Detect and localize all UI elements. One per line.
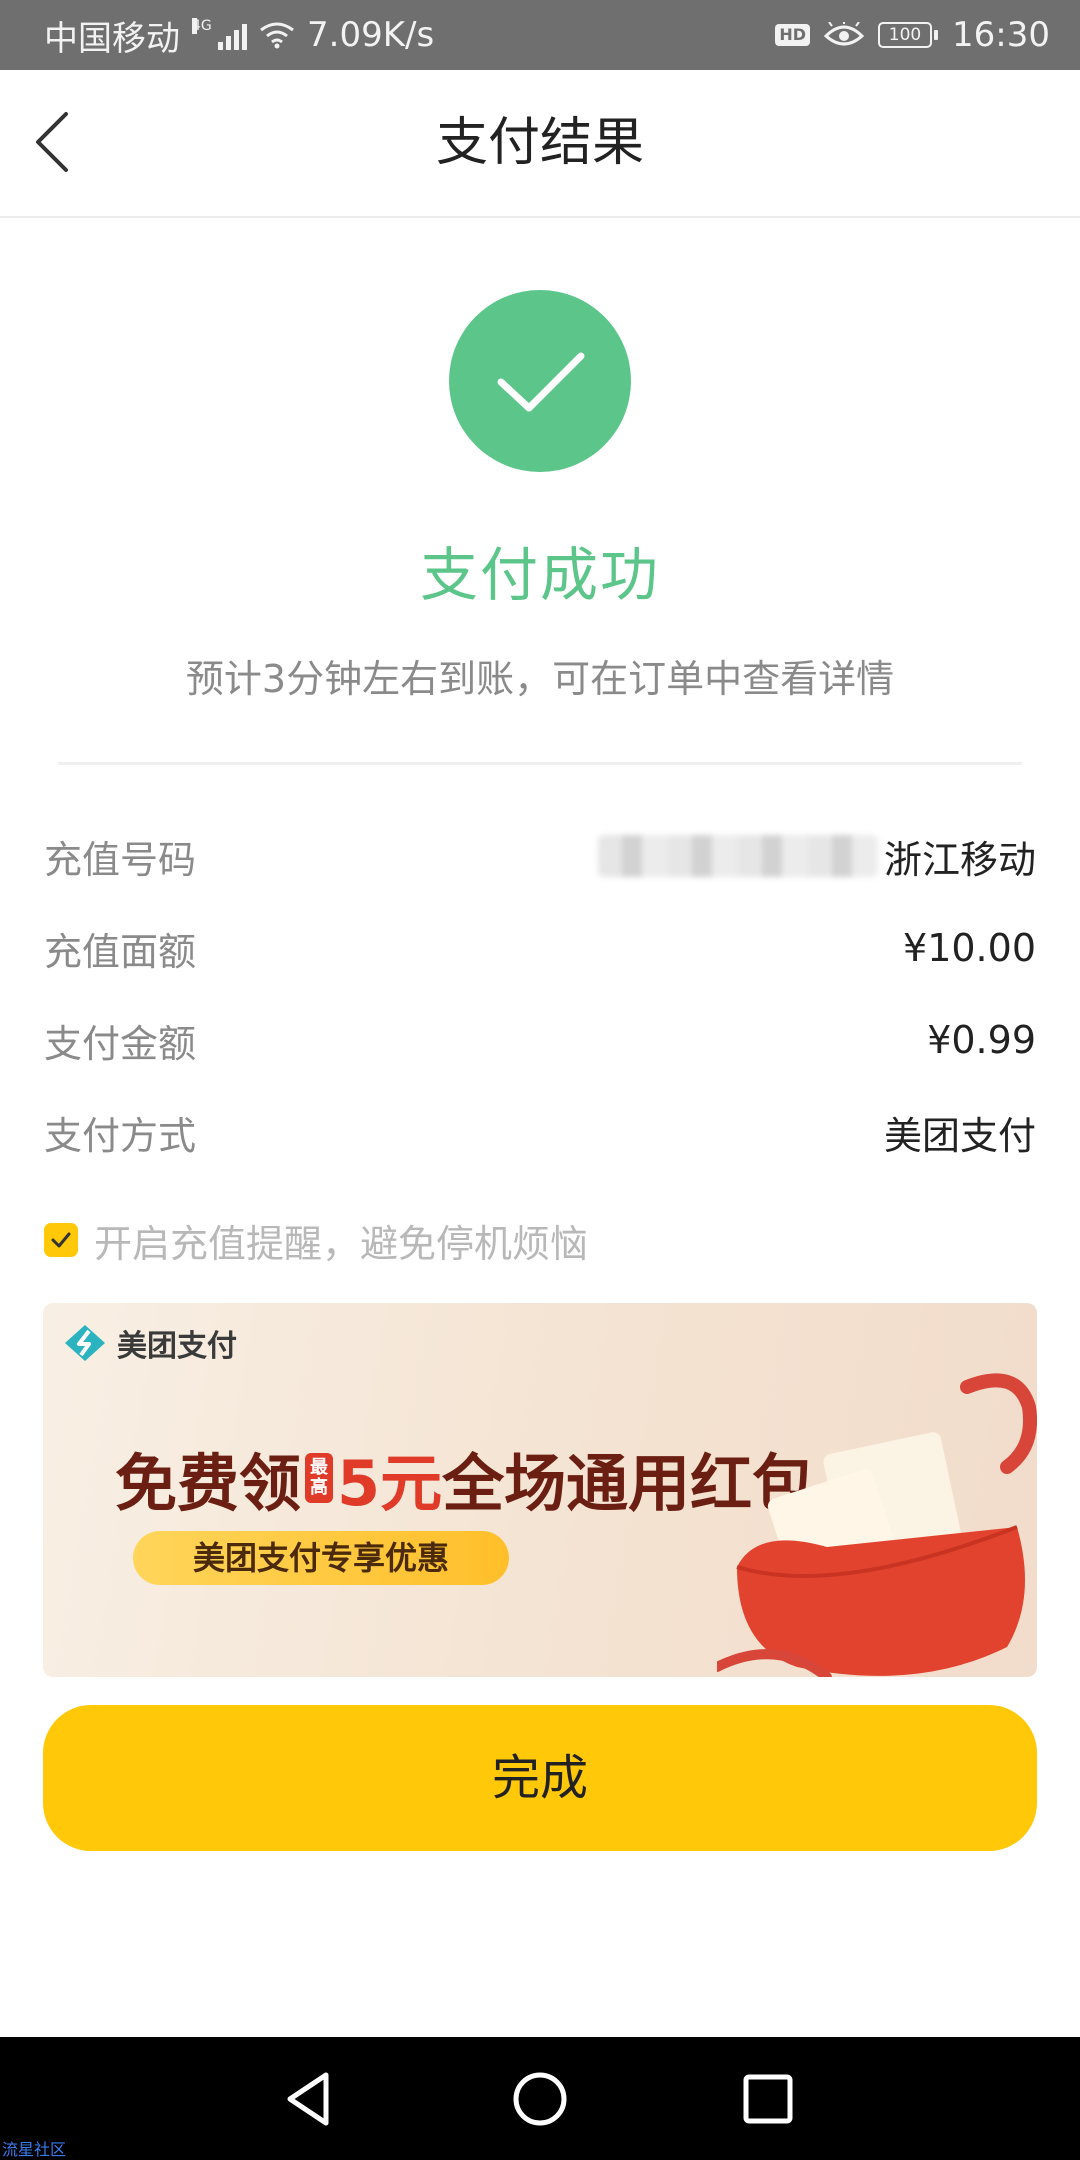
nav-home-button[interactable]: [502, 2061, 578, 2137]
result-subtitle: 预计3分钟左右到账，可在订单中查看详情: [185, 657, 895, 701]
detail-value-text: 浙江移动: [883, 837, 1036, 882]
detail-label: 支付方式: [44, 1113, 197, 1158]
nav-home-circle-icon: [513, 2072, 567, 2126]
banner-headline: 免费领 最 高 5元 全场通用红包: [115, 1433, 814, 1523]
max-tag-line2: 高: [310, 1477, 329, 1498]
network-speed: 7.09K/s: [307, 15, 435, 55]
detail-value: ¥10.00: [903, 926, 1036, 970]
reminder-checkbox[interactable]: [44, 1223, 78, 1257]
detail-row-payment-method: 支付方式 美团支付: [44, 1102, 1036, 1162]
detail-label: 充值号码: [44, 837, 197, 882]
nav-recents-button[interactable]: [730, 2061, 806, 2137]
status-bar-left: 中国移动 4G 7.09K/s: [44, 0, 434, 70]
network-type: 4G: [192, 18, 212, 34]
max-tag: 最 高: [305, 1453, 334, 1503]
done-button[interactable]: 完成: [43, 1705, 1037, 1851]
nav-back-button[interactable]: [270, 2061, 346, 2137]
eye-comfort-icon: [824, 22, 865, 46]
nav-back-triangle-icon: [287, 2072, 329, 2126]
nav-recents-square-icon: [743, 2074, 793, 2124]
detail-value: ¥0.99: [927, 1018, 1036, 1062]
detail-row-face-value: 充值面额 ¥10.00: [44, 918, 1036, 978]
signal-icon: 4G: [192, 18, 247, 50]
reminder-label: 开启充值提醒，避免停机烦恼: [94, 1221, 589, 1266]
system-nav-bar: 流星社区: [0, 2037, 1080, 2160]
battery-level: 100: [878, 22, 933, 48]
app-header: 支付结果: [0, 70, 1080, 218]
banner-pill: 美团支付专享优惠: [133, 1531, 509, 1585]
banner-logo-text: 美团支付: [117, 1329, 237, 1364]
redacted-phone-number: [597, 835, 878, 877]
headline-part1: 免费领: [115, 1447, 302, 1520]
watermark: 流星社区: [2, 2140, 67, 2159]
red-envelope-illustration: [717, 1373, 1037, 1677]
status-bar: 中国移动 4G 7.09K/s HD 100 16:30: [0, 0, 1080, 70]
checkmark-icon: [51, 1232, 71, 1248]
wifi-icon: [260, 22, 294, 49]
hd-icon: HD: [775, 24, 811, 46]
result-title: 支付成功: [419, 541, 660, 609]
headline-amount: 5元: [337, 1447, 443, 1520]
divider: [58, 762, 1022, 765]
clock: 16:30: [952, 15, 1050, 55]
meituan-pay-icon: [65, 1325, 105, 1361]
promo-banner[interactable]: 美团支付 免费领 最 高 5元 全场通用红包 美团支付专享优惠: [43, 1303, 1037, 1677]
meituan-pay-logo: 美团支付: [63, 1321, 237, 1365]
checkmark-icon: [497, 352, 585, 412]
carrier-name: 中国移动: [44, 18, 180, 59]
status-bar-right: HD 100 16:30: [775, 0, 1050, 70]
page-title: 支付结果: [435, 113, 644, 173]
max-tag-line1: 最: [310, 1457, 329, 1478]
detail-row-phone: 充值号码 浙江移动: [44, 826, 1036, 886]
detail-row-paid-amount: 支付金额 ¥0.99: [44, 1010, 1036, 1070]
detail-label: 支付金额: [44, 1021, 197, 1066]
battery-icon: 100: [878, 22, 939, 48]
recharge-reminder-toggle[interactable]: 开启充值提醒，避免停机烦恼: [44, 1210, 588, 1270]
detail-value: 美团支付: [883, 1113, 1036, 1158]
detail-value: 浙江移动: [597, 829, 1036, 884]
detail-label: 充值面额: [44, 929, 197, 974]
check-circle-icon: [449, 290, 631, 472]
